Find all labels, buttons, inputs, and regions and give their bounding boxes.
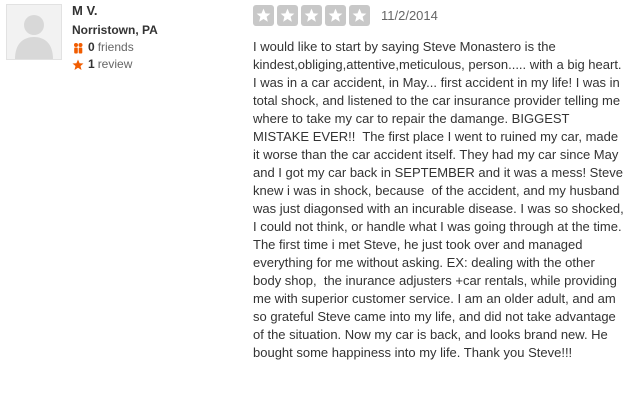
review-date: 11/2/2014	[381, 8, 438, 23]
reviews-count: 1	[88, 57, 95, 71]
friends-stat: 0 friends	[72, 40, 240, 55]
star-rating	[253, 5, 373, 26]
reviews-stat: 1 review	[72, 57, 240, 72]
rating-star-icon	[349, 5, 370, 26]
friends-count: 0	[88, 40, 95, 54]
review-header: 11/2/2014	[253, 5, 438, 26]
user-name[interactable]: M V.	[72, 2, 240, 19]
user-location: Norristown, PA	[72, 23, 158, 37]
rating-star-icon	[301, 5, 322, 26]
default-user-icon	[15, 15, 53, 59]
star-icon	[72, 59, 84, 70]
avatar[interactable]	[6, 4, 62, 60]
review-text: I would like to start by saying Steve Mo…	[253, 39, 628, 360]
user-info: M V. Norristown, PA 0 friends 1 review	[72, 2, 240, 72]
rating-star-icon	[253, 5, 274, 26]
friends-label: friends	[97, 40, 134, 54]
friends-icon	[74, 42, 83, 53]
rating-star-icon	[325, 5, 346, 26]
rating-star-icon	[277, 5, 298, 26]
reviews-label: review	[97, 57, 133, 71]
